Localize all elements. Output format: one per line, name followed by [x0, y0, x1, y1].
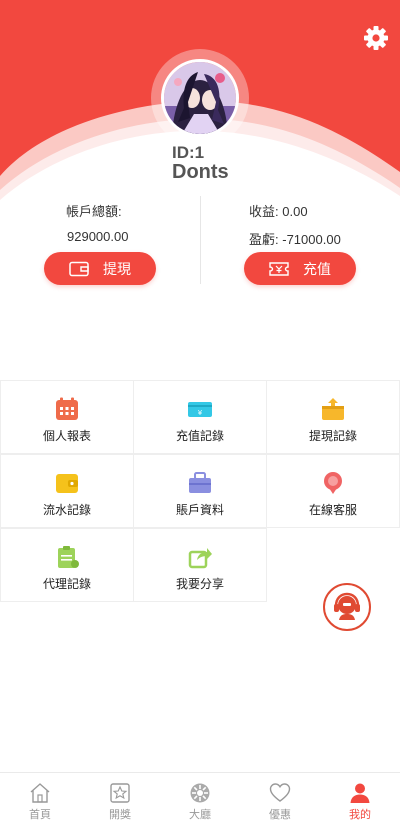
- heart-icon: [269, 783, 291, 802]
- deposit-button[interactable]: 充值: [244, 252, 356, 285]
- avatar-ring: [151, 49, 249, 147]
- nav-home[interactable]: 首頁: [0, 773, 80, 821]
- balance-left-panel: 帳戶總額: 929000.00 提現: [0, 195, 200, 290]
- nav-label: 我的: [349, 809, 371, 821]
- menu-item-label: 我要分享: [175, 577, 224, 591]
- nav-label: 優惠: [269, 809, 291, 821]
- username: Donts: [172, 161, 229, 183]
- menu-item-label: 充值記錄: [175, 429, 224, 443]
- profit-row: 盈虧: -71000.00: [249, 229, 341, 248]
- withdraw-button[interactable]: 提現: [44, 252, 156, 285]
- menu-item-deposit-records[interactable]: ¥ 充值記錄: [133, 380, 267, 454]
- deposit-label: 充值: [303, 260, 331, 277]
- menu-item-personal-report[interactable]: 個人報表: [0, 380, 134, 454]
- wallet-icon: [56, 474, 78, 493]
- nav-mine[interactable]: 我的: [320, 773, 400, 821]
- menu-item-turnover-records[interactable]: 流水記錄: [0, 454, 134, 528]
- settings-gear-icon[interactable]: [362, 24, 390, 52]
- headset-agent-icon: [334, 592, 360, 620]
- clipboard-icon: [58, 546, 79, 568]
- chat-icon: [324, 472, 342, 494]
- total-balance-label: 帳戶總額:: [66, 204, 122, 219]
- menu-item-label: 賬戶資料: [175, 503, 224, 517]
- income-row: 收益: 0.00: [249, 201, 308, 220]
- menu-item-online-support[interactable]: 在線客服: [266, 454, 400, 528]
- svg-text:¥: ¥: [198, 409, 203, 417]
- floating-support-button[interactable]: [323, 583, 371, 631]
- star-badge-icon: [110, 783, 130, 803]
- bottom-nav: 首頁 開獎 大廳 優惠 我的: [0, 772, 400, 821]
- menu-item-withdraw-records[interactable]: 提現記錄: [266, 380, 400, 454]
- briefcase-icon: [189, 472, 211, 493]
- balance-right-panel: 收益: 0.00 盈虧: -71000.00 充值: [201, 195, 400, 290]
- user-id: ID:1: [172, 143, 205, 162]
- income-value: 0.00: [282, 204, 308, 219]
- menu-item-label: 代理記錄: [42, 577, 91, 591]
- nav-promotions[interactable]: 優惠: [240, 773, 320, 821]
- lobby-icon: [190, 783, 210, 803]
- menu-item-label: 個人報表: [42, 429, 91, 443]
- nav-label: 大廳: [189, 809, 211, 821]
- nav-label: 首頁: [29, 809, 51, 821]
- ticket-icon: [269, 261, 289, 276]
- avatar[interactable]: [161, 59, 239, 137]
- nav-lottery[interactable]: 開獎: [80, 773, 160, 821]
- menu-item-label: 流水記錄: [42, 503, 91, 517]
- home-icon: [30, 783, 50, 803]
- withdraw-label: 提現: [103, 260, 131, 277]
- user-icon: [350, 783, 370, 803]
- nav-label: 開獎: [109, 809, 131, 821]
- total-balance-value: 929000.00: [67, 229, 129, 244]
- profit-label: 盈虧:: [249, 232, 279, 247]
- share-icon: [188, 548, 212, 569]
- card-icon: ¥: [188, 402, 212, 417]
- menu-item-share[interactable]: 我要分享: [133, 528, 267, 602]
- income-label: 收益:: [249, 204, 279, 219]
- gift-box-icon: [322, 398, 344, 420]
- menu-item-label: 提現記錄: [308, 429, 357, 443]
- calendar-icon: [56, 397, 78, 420]
- menu-item-account-info[interactable]: 賬戶資料: [133, 454, 267, 528]
- nav-lobby[interactable]: 大廳: [160, 773, 240, 821]
- wallet-icon: [69, 261, 89, 276]
- menu-item-label: 在線客服: [308, 503, 357, 517]
- menu-item-agent-records[interactable]: 代理記錄: [0, 528, 134, 602]
- profit-value: -71000.00: [282, 232, 341, 247]
